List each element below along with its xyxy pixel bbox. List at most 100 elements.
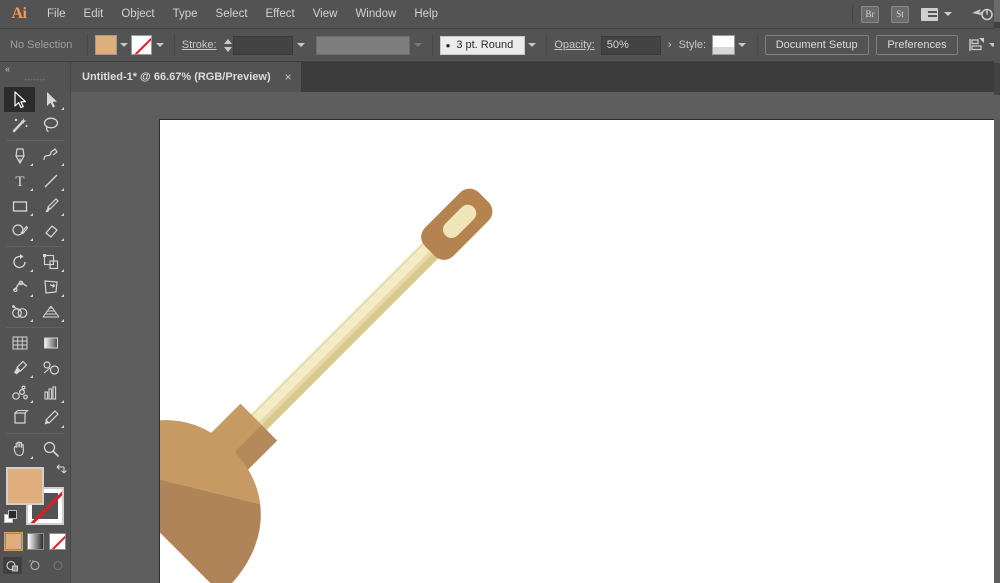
symbol-sprayer-tool[interactable] — [4, 380, 35, 405]
hand-tool[interactable] — [4, 436, 35, 461]
pen-tool[interactable] — [4, 143, 35, 168]
stock-button[interactable]: St — [891, 5, 909, 23]
stroke-weight-label[interactable]: Stroke: — [182, 39, 217, 51]
chevron-down-icon — [944, 12, 952, 16]
swap-fill-stroke-icon[interactable] — [55, 464, 69, 478]
control-divider — [546, 34, 548, 56]
tool-flyout-indicator — [61, 400, 64, 403]
brush-definition-input[interactable] — [315, 35, 411, 55]
zoom-tool[interactable] — [35, 436, 66, 461]
opacity-options-button[interactable]: › — [661, 39, 679, 51]
menu-object[interactable]: Object — [112, 0, 163, 29]
draw-behind-button[interactable] — [26, 557, 45, 574]
canvas-workspace[interactable] — [71, 92, 1000, 583]
shape-builder-tool[interactable] — [4, 299, 35, 324]
bridge-button[interactable]: Br — [861, 5, 879, 23]
artboard[interactable] — [159, 119, 995, 583]
scale-tool[interactable] — [35, 249, 66, 274]
gradient-mesh-tool[interactable] — [4, 330, 35, 355]
type-tool[interactable]: T — [4, 168, 35, 193]
tool-flyout-indicator — [61, 188, 64, 191]
plunger-illustration — [160, 188, 493, 583]
brush-definition-dropdown-icon[interactable] — [410, 35, 424, 55]
menu-divider — [852, 5, 853, 23]
perspective-grid-tool[interactable] — [35, 299, 66, 324]
right-panel-edge[interactable] — [994, 0, 1000, 583]
tool-flyout-indicator — [30, 456, 33, 459]
preferences-button[interactable]: Preferences — [876, 35, 958, 55]
menu-bar: Ai File Edit Object Type Select Effect V… — [0, 0, 1000, 29]
gradient-mode-button[interactable] — [26, 533, 44, 550]
fill-color-swatch[interactable] — [95, 35, 117, 55]
menu-effect[interactable]: Effect — [257, 0, 304, 29]
menu-type[interactable]: Type — [164, 0, 207, 29]
menu-file[interactable]: File — [38, 0, 75, 29]
blend-tool[interactable] — [35, 355, 66, 380]
close-icon[interactable]: × — [285, 71, 292, 83]
bullet-icon: • — [445, 37, 451, 53]
workspace-switcher[interactable] — [921, 7, 952, 21]
width-tool[interactable] — [4, 274, 35, 299]
rectangle-tool[interactable] — [4, 193, 35, 218]
svg-text:T: T — [15, 174, 24, 190]
menu-window[interactable]: Window — [346, 0, 405, 29]
slice-tool[interactable] — [35, 405, 66, 430]
menu-help[interactable]: Help — [405, 0, 447, 29]
menu-view[interactable]: View — [304, 0, 347, 29]
menu-edit[interactable]: Edit — [75, 0, 113, 29]
selection-tool[interactable] — [4, 87, 35, 112]
stroke-swatch-dropdown-icon[interactable] — [152, 35, 166, 55]
control-divider — [756, 34, 758, 56]
graphic-style-swatch[interactable] — [712, 35, 736, 55]
menu-select[interactable]: Select — [207, 0, 257, 29]
fill-stroke-indicator — [4, 464, 69, 527]
color-mode-button[interactable] — [3, 532, 23, 551]
panel-drag-handle[interactable] — [0, 75, 70, 84]
eyedropper-tool[interactable] — [4, 355, 35, 380]
stroke-color-swatch[interactable] — [131, 35, 153, 55]
opacity-label[interactable]: Opacity: — [554, 39, 594, 51]
default-fill-stroke-icon[interactable] — [4, 510, 18, 524]
collapse-panel-button[interactable]: « — [0, 62, 70, 75]
eraser-tool[interactable] — [35, 218, 66, 243]
opacity-input[interactable]: 50% — [600, 35, 661, 55]
gradient-tool[interactable] — [35, 330, 66, 355]
tool-flyout-indicator — [61, 238, 64, 241]
illustrator-window: Ai File Edit Object Type Select Effect V… — [0, 0, 1000, 583]
direct-selection-tool[interactable] — [35, 87, 66, 112]
artboard-tool[interactable] — [4, 405, 35, 430]
stroke-weight-input[interactable] — [233, 35, 294, 55]
shaper-tool[interactable] — [4, 218, 35, 243]
rotate-tool[interactable] — [4, 249, 35, 274]
align-to-icon[interactable] — [968, 37, 986, 53]
draw-normal-button[interactable] — [2, 557, 22, 574]
fill-color-indicator[interactable] — [6, 467, 44, 505]
tool-flyout-indicator — [30, 238, 33, 241]
lasso-tool[interactable] — [35, 112, 66, 137]
fill-swatch-dropdown-icon[interactable] — [117, 35, 131, 55]
draw-mode-group — [0, 557, 70, 574]
tool-flyout-indicator — [30, 319, 33, 322]
column-graph-tool[interactable] — [35, 380, 66, 405]
document-setup-button[interactable]: Document Setup — [764, 35, 869, 55]
graphic-style-dropdown-icon[interactable] — [735, 35, 749, 55]
menu-bar-right-group: Br St — [844, 0, 1000, 29]
draw-inside-button[interactable] — [49, 557, 68, 574]
tool-grid: T — [0, 84, 70, 461]
line-segment-tool[interactable] — [35, 168, 66, 193]
stroke-profile-select[interactable]: • 3 pt. Round — [439, 35, 525, 55]
document-tab[interactable]: Untitled-1* @ 66.67% (RGB/Preview) × — [71, 62, 302, 92]
none-mode-button[interactable] — [48, 533, 66, 550]
curvature-tool[interactable] — [35, 143, 66, 168]
stroke-profile-dropdown-icon[interactable] — [525, 35, 539, 55]
selection-status: No Selection — [10, 39, 73, 51]
tools-panel: « T — [0, 62, 71, 583]
control-divider — [87, 34, 89, 56]
free-transform-tool[interactable] — [35, 274, 66, 299]
stroke-weight-stepper[interactable] — [223, 35, 234, 55]
stroke-weight-dropdown-icon[interactable] — [293, 35, 307, 55]
tool-flyout-indicator — [30, 269, 33, 272]
search-help-icon[interactable] — [970, 4, 994, 24]
magic-wand-tool[interactable] — [4, 112, 35, 137]
paintbrush-tool[interactable] — [35, 193, 66, 218]
